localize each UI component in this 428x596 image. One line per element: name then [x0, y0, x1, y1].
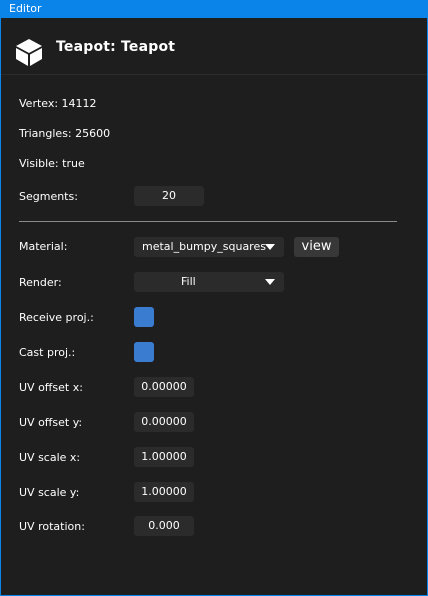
uv-offset-y-field[interactable]: 0.00000 — [134, 412, 194, 432]
uv-scale-y-label: UV scale y: — [19, 486, 80, 499]
cast-proj-label: Cast proj.: — [19, 346, 76, 359]
visible-status: Visible: true — [19, 157, 85, 170]
view-button[interactable]: view — [294, 237, 339, 257]
uv-offset-x-label: UV offset x: — [19, 381, 83, 394]
uv-scale-y-field[interactable]: 1.00000 — [134, 482, 194, 502]
render-dropdown[interactable]: Fill — [134, 272, 284, 292]
uv-rotation-label: UV rotation: — [19, 520, 85, 533]
window-title: Editor — [9, 2, 42, 15]
chevron-down-icon — [265, 244, 275, 250]
uv-offset-y-label: UV offset y: — [19, 416, 83, 429]
segments-label: Segments: — [19, 190, 78, 203]
material-dropdown[interactable]: metal_bumpy_squares — [134, 237, 284, 257]
material-label: Material: — [19, 240, 68, 253]
editor-window: Editor Teapot: Teapot Vertex: 14112 Tria… — [0, 0, 428, 596]
window-titlebar[interactable]: Editor — [1, 0, 427, 18]
render-label: Render: — [19, 276, 62, 289]
render-dropdown-value: Fill — [181, 275, 196, 288]
triangle-count: Triangles: 25600 — [19, 127, 111, 140]
object-title: Teapot: Teapot — [56, 39, 176, 55]
receive-proj-checkbox[interactable] — [134, 307, 154, 327]
uv-rotation-field[interactable]: 0.000 — [134, 516, 194, 536]
cast-proj-checkbox[interactable] — [134, 342, 154, 362]
uv-scale-x-field[interactable]: 1.00000 — [134, 447, 194, 467]
segments-field[interactable]: 20 — [134, 186, 204, 206]
uv-scale-x-label: UV scale x: — [19, 451, 81, 464]
material-dropdown-value: metal_bumpy_squares — [142, 240, 266, 253]
chevron-down-icon — [265, 279, 275, 285]
vertex-count: Vertex: 14112 — [19, 97, 97, 110]
object-header: Teapot: Teapot — [1, 18, 427, 75]
receive-proj-label: Receive proj.: — [19, 311, 94, 324]
uv-offset-x-field[interactable]: 0.00000 — [134, 377, 194, 397]
section-divider — [19, 221, 397, 222]
cube-icon — [16, 39, 42, 66]
